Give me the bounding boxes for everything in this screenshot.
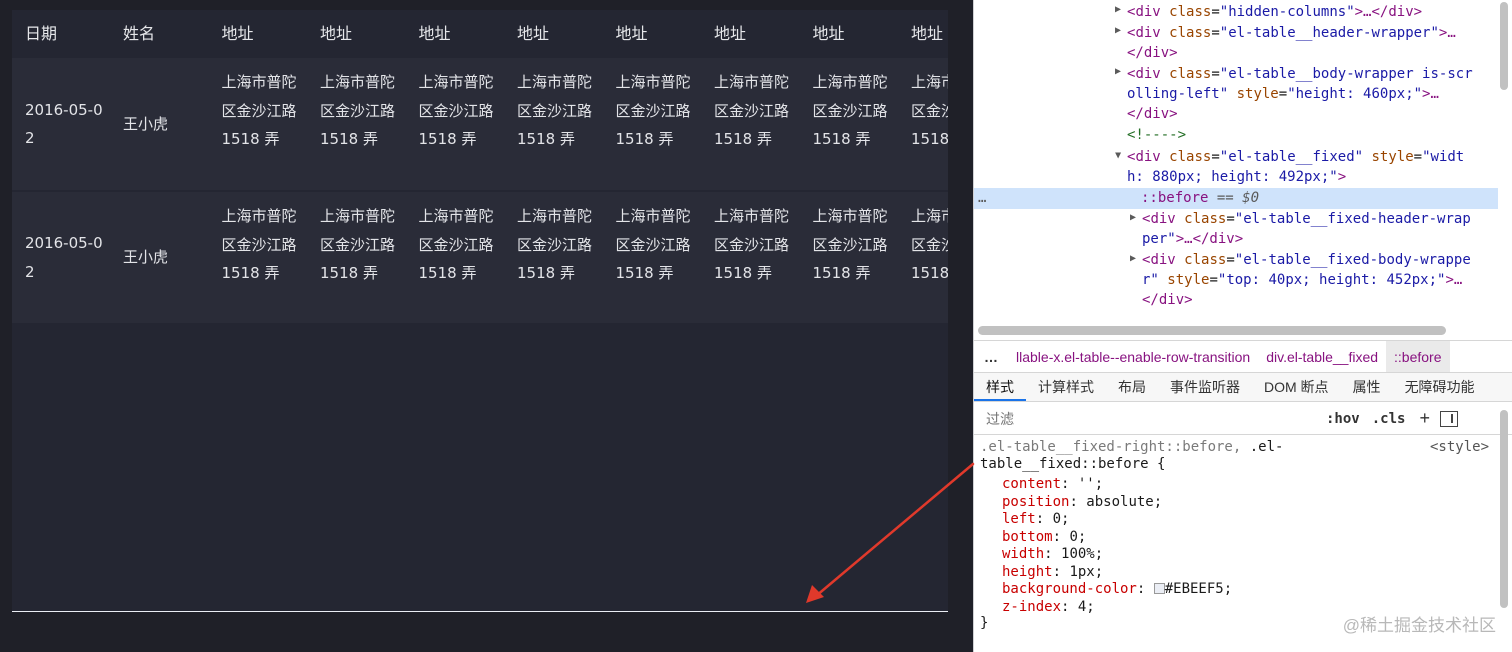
- dom-node-close: </div>: [1142, 292, 1193, 308]
- breadcrumb-more-icon[interactable]: …: [974, 349, 1008, 365]
- header-address[interactable]: 地址: [603, 10, 702, 57]
- cell-address: 上海市普陀区金沙江路 1518 弄: [714, 73, 790, 148]
- dom-tree-scrollbar[interactable]: [1500, 2, 1508, 90]
- cell-address: 上海市普陀区金沙江路 1518 弄: [418, 207, 494, 282]
- cell-date: 2016-05-02: [25, 100, 103, 148]
- dom-node[interactable]: <div class="el-table__fixed-body-wrappe: [1142, 250, 1471, 270]
- dom-node-close: </div>: [1127, 106, 1178, 122]
- rule-close-brace: }: [980, 615, 989, 631]
- cell-address: 上海市普陀区金沙江路 1518 弄: [714, 207, 790, 282]
- header-name[interactable]: 姓名: [110, 10, 209, 57]
- css-property[interactable]: height: 1px;: [1002, 564, 1103, 582]
- table-row[interactable]: 2016-05-02 王小虎 上海市普陀区金沙江路 1518 弄 上海市普陀区金…: [12, 190, 948, 323]
- hover-state-button[interactable]: :hov: [1326, 411, 1360, 427]
- table-body: 2016-05-02 王小虎 上海市普陀区金沙江路 1518 弄 上海市普陀区金…: [12, 57, 948, 323]
- header-address[interactable]: 地址: [406, 10, 505, 57]
- table-row[interactable]: 2016-05-02 王小虎 上海市普陀区金沙江路 1518 弄 上海市普陀区金…: [12, 57, 948, 190]
- styles-pane: .el-table__fixed-right::before, .el- <st…: [974, 436, 1498, 636]
- dom-node[interactable]: <div class="el-table__fixed-header-wrap: [1142, 209, 1471, 229]
- cell-address: 上海市普陀区金沙江路 1518 弄: [320, 207, 396, 282]
- cell-date: 2016-05-02: [25, 234, 103, 281]
- expand-triangle-icon[interactable]: ▶: [1130, 212, 1136, 223]
- dom-node[interactable]: <div class="hidden-columns">…</div>: [1127, 2, 1422, 22]
- expand-triangle-icon[interactable]: ▶: [1115, 66, 1121, 77]
- breadcrumb-item[interactable]: llable-x.el-table--enable-row-transition: [1008, 349, 1258, 365]
- cell-address: 上海市普陀区金沙江路 1518 弄: [221, 207, 297, 282]
- collapse-triangle-icon[interactable]: ▶: [1113, 152, 1124, 158]
- styles-filter-bar: :hov .cls +: [974, 403, 1512, 435]
- dom-node-close: </div>: [1127, 45, 1178, 61]
- table-panel: 日期 姓名 地址 地址 地址 地址 地址 地址 地址 地址 2016-05-02…: [0, 0, 973, 652]
- header-date[interactable]: 日期: [12, 10, 110, 57]
- filter-input[interactable]: [984, 409, 1314, 428]
- css-property[interactable]: bottom: 0;: [1002, 529, 1086, 547]
- header-address[interactable]: 地址: [209, 10, 308, 57]
- header-address[interactable]: 地址: [701, 10, 800, 57]
- cell-address: 上海市普陀区金沙江路 1518 弄: [615, 73, 691, 148]
- cell-address: 上海市普陀区金沙江路 1518 弄: [320, 73, 396, 148]
- color-swatch-icon[interactable]: [1153, 583, 1165, 594]
- cell-address: 上海市普陀区金沙江路 1518 弄: [615, 207, 691, 282]
- css-property[interactable]: width: 100%;: [1002, 546, 1103, 564]
- dom-node[interactable]: <div class="el-table__header-wrapper">…: [1127, 23, 1456, 43]
- tab-properties[interactable]: 属性: [1341, 373, 1393, 401]
- cell-name: 王小虎: [123, 248, 169, 267]
- expand-triangle-icon[interactable]: ▶: [1115, 25, 1121, 36]
- table-header: 日期 姓名 地址 地址 地址 地址 地址 地址 地址 地址: [12, 10, 948, 57]
- selected-pseudo-node[interactable]: ::before == $0: [1141, 188, 1259, 208]
- css-property[interactable]: background-color: #EBEEF5;: [1002, 581, 1232, 599]
- tab-accessibility[interactable]: 无障碍功能: [1393, 373, 1487, 401]
- rule-selector[interactable]: .el-table__fixed-right::before, .el-: [980, 439, 1283, 457]
- css-property[interactable]: content: '';: [1002, 476, 1103, 494]
- tab-layout[interactable]: 布局: [1106, 373, 1158, 401]
- header-address[interactable]: 地址: [504, 10, 603, 57]
- dom-node-cont: olling-left" style="height: 460px;">…: [1127, 86, 1439, 102]
- dom-node[interactable]: <div class="el-table__body-wrapper is-sc…: [1127, 64, 1473, 84]
- tab-dom-breakpoints[interactable]: DOM 断点: [1252, 373, 1341, 401]
- dom-node-cont: per">…</div>: [1142, 231, 1244, 247]
- breadcrumb: … llable-x.el-table--enable-row-transiti…: [974, 340, 1512, 373]
- cell-address: 上海市普陀区金沙江路 1518 弄: [221, 73, 297, 148]
- cell-name: 王小虎: [123, 114, 169, 133]
- toggle-sidebar-icon[interactable]: [1439, 410, 1458, 427]
- rule-source-link[interactable]: <style>: [1430, 439, 1489, 457]
- cell-address: 上海市普陀区金沙江路 1518 弄: [418, 73, 494, 148]
- cell-address: 上海市普陀区金沙江路 1518 弄: [812, 73, 888, 148]
- tab-computed[interactable]: 计算样式: [1026, 373, 1106, 401]
- fixed-table-before-line: [12, 611, 948, 612]
- dom-comment[interactable]: <!---->: [1127, 125, 1186, 145]
- tab-styles[interactable]: 样式: [974, 373, 1026, 401]
- styles-scrollbar[interactable]: [1500, 410, 1508, 608]
- watermark-text: @稀土掘金技术社区: [1342, 616, 1496, 635]
- cell-address: 上海市普陀区金沙江路 1518 弄: [812, 207, 888, 282]
- rule-selector-cont[interactable]: table__fixed::before {: [980, 456, 1165, 474]
- css-property[interactable]: z-index: 4;: [1002, 599, 1095, 617]
- tab-event-listeners[interactable]: 事件监听器: [1158, 373, 1252, 401]
- cell-address: 上海市普陀区金沙江路 1518 弄: [911, 73, 948, 148]
- class-toggle-button[interactable]: .cls: [1372, 411, 1406, 427]
- breadcrumb-item[interactable]: div.el-table__fixed: [1258, 349, 1386, 365]
- styles-tabbar: 样式 计算样式 布局 事件监听器 DOM 断点 属性 无障碍功能: [974, 372, 1512, 402]
- css-property[interactable]: left: 0;: [1002, 511, 1069, 529]
- css-property[interactable]: position: absolute;: [1002, 494, 1162, 512]
- elements-dom-tree: ▶ <div class="hidden-columns">…</div> ▶ …: [974, 0, 1498, 324]
- header-address[interactable]: 地址: [800, 10, 899, 57]
- dom-tree-horizontal-scrollbar[interactable]: [978, 326, 1446, 335]
- cell-address: 上海市普陀区金沙江路 1518 弄: [517, 207, 593, 282]
- dom-node-cont: h: 880px; height: 492px;">: [1127, 169, 1347, 185]
- new-style-rule-button[interactable]: +: [1419, 408, 1430, 429]
- el-table: 日期 姓名 地址 地址 地址 地址 地址 地址 地址 地址 2016-05-02…: [12, 10, 948, 612]
- expand-triangle-icon[interactable]: ▶: [1130, 253, 1136, 264]
- dom-node-cont: r" style="top: 40px; height: 452px;">…: [1142, 272, 1463, 288]
- header-address[interactable]: 地址: [898, 10, 948, 57]
- cell-address: 上海市普陀区金沙江路 1518 弄: [517, 73, 593, 148]
- header-address[interactable]: 地址: [307, 10, 406, 57]
- cell-address: 上海市普陀区金沙江路 1518 弄: [911, 207, 948, 282]
- expand-triangle-icon[interactable]: ▶: [1115, 4, 1121, 15]
- breadcrumb-item-selected[interactable]: ::before: [1386, 340, 1450, 373]
- dom-node-fixed[interactable]: <div class="el-table__fixed" style="widt: [1127, 147, 1464, 167]
- devtools-panel: ▶ <div class="hidden-columns">…</div> ▶ …: [973, 0, 1512, 652]
- node-more-icon[interactable]: …: [978, 188, 986, 208]
